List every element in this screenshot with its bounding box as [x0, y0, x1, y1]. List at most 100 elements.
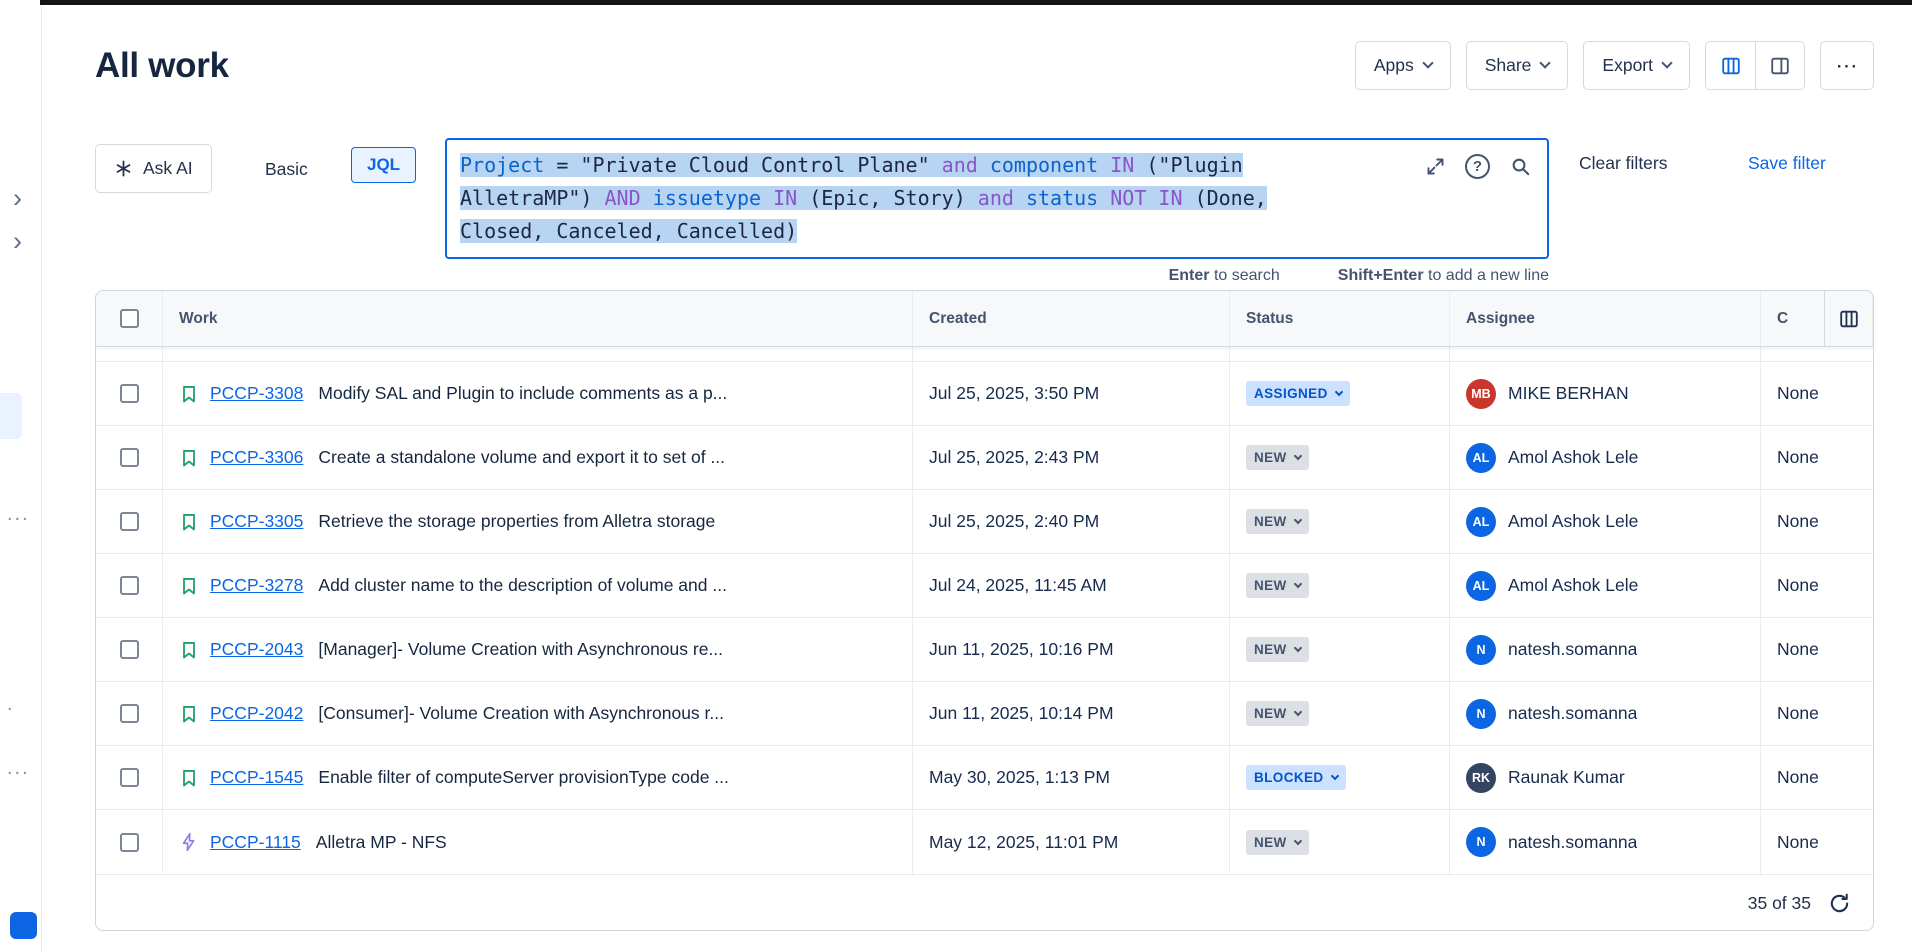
refresh-icon[interactable]: [1828, 892, 1851, 915]
chevron-right-icon[interactable]: ›: [13, 185, 22, 212]
avatar: MB: [1466, 379, 1496, 409]
more-actions-button[interactable]: ⋯: [1820, 41, 1874, 90]
column-header-work[interactable]: Work: [179, 310, 217, 328]
status-badge[interactable]: ASSIGNED: [1246, 381, 1350, 406]
column-header-status[interactable]: Status: [1246, 310, 1293, 328]
epic-icon: [179, 832, 199, 852]
issue-summary[interactable]: Enable filter of computeServer provision…: [318, 767, 729, 788]
table-view-button[interactable]: [1706, 42, 1755, 89]
row-checkbox[interactable]: [120, 384, 139, 403]
issue-key-link[interactable]: PCCP-1115: [210, 832, 301, 853]
columns-config-button[interactable]: [1824, 291, 1873, 346]
issue-summary[interactable]: Create a standalone volume and export it…: [318, 447, 725, 468]
table-row[interactable]: PCCP-3306 Create a standalone volume and…: [96, 426, 1873, 490]
avatar: AL: [1466, 443, 1496, 473]
sidebar-overflow-dots: ...: [7, 757, 30, 780]
issue-summary[interactable]: Modify SAL and Plugin to include comment…: [318, 383, 727, 404]
page-title: All work: [95, 46, 229, 86]
assignee-name: Amol Ashok Lele: [1508, 511, 1638, 532]
column-header-assignee[interactable]: Assignee: [1466, 310, 1535, 328]
table-row[interactable]: PCCP-2043 [Manager]- Volume Creation wit…: [96, 618, 1873, 682]
chevron-down-icon: [1334, 388, 1342, 396]
share-button[interactable]: Share: [1466, 41, 1569, 90]
status-label: NEW: [1254, 642, 1287, 657]
chevron-right-icon[interactable]: ›: [13, 228, 22, 255]
status-badge[interactable]: NEW: [1246, 637, 1309, 662]
table-row[interactable]: PCCP-2042 [Consumer]- Volume Creation wi…: [96, 682, 1873, 746]
status-label: ASSIGNED: [1254, 386, 1328, 401]
issue-key-link[interactable]: PCCP-2043: [210, 639, 303, 660]
issue-summary[interactable]: Add cluster name to the description of v…: [318, 575, 727, 596]
issue-summary[interactable]: [Consumer]- Volume Creation with Asynchr…: [318, 703, 724, 724]
expand-icon[interactable]: [1425, 156, 1446, 177]
avatar: N: [1466, 635, 1496, 665]
status-label: NEW: [1254, 578, 1287, 593]
row-checkbox[interactable]: [120, 640, 139, 659]
issue-key-link[interactable]: PCCP-1545: [210, 767, 303, 788]
table-row[interactable]: PCCP-3305 Retrieve the storage propertie…: [96, 490, 1873, 554]
help-icon[interactable]: ?: [1465, 154, 1490, 179]
issue-summary[interactable]: Retrieve the storage properties from All…: [318, 511, 715, 532]
status-badge[interactable]: BLOCKED: [1246, 765, 1346, 790]
issue-key-link[interactable]: PCCP-3308: [210, 383, 303, 404]
row-checkbox[interactable]: [120, 833, 139, 852]
shift-enter-hint: Shift+Enter to add a new line: [1338, 267, 1549, 285]
sidebar-active-item[interactable]: [0, 393, 22, 439]
save-filter-button[interactable]: Save filter: [1748, 153, 1826, 174]
table-header-row: Work Created Status Assignee C: [96, 291, 1873, 347]
basic-mode-button[interactable]: Basic: [253, 151, 320, 188]
sidebar-bottom-button[interactable]: [10, 912, 37, 939]
detail-view-button[interactable]: [1755, 42, 1804, 89]
column-header-created[interactable]: Created: [929, 310, 987, 328]
issue-key-link[interactable]: PCCP-2042: [210, 703, 303, 724]
assignee-name: MIKE BERHAN: [1508, 383, 1629, 404]
status-badge[interactable]: NEW: [1246, 701, 1309, 726]
issue-key-link[interactable]: PCCP-3305: [210, 511, 303, 532]
status-badge[interactable]: NEW: [1246, 573, 1309, 598]
table-row[interactable]: PCCP-1115 Alletra MP - NFS May 12, 2025,…: [96, 810, 1873, 874]
assignee-name: Raunak Kumar: [1508, 767, 1625, 788]
created-date: Jul 24, 2025, 11:45 AM: [929, 575, 1107, 596]
jql-mode-button[interactable]: JQL: [351, 147, 416, 183]
assignee-name: natesh.somanna: [1508, 639, 1637, 660]
clear-filters-button[interactable]: Clear filters: [1579, 153, 1668, 174]
row-checkbox[interactable]: [120, 768, 139, 787]
comments-value: None: [1777, 703, 1819, 724]
status-badge[interactable]: NEW: [1246, 445, 1309, 470]
assignee-name: natesh.somanna: [1508, 832, 1637, 853]
story-icon: [179, 640, 199, 660]
sparkle-icon: [114, 159, 133, 178]
row-checkbox[interactable]: [120, 576, 139, 595]
issue-key-link[interactable]: PCCP-3306: [210, 447, 303, 468]
table-row[interactable]: PCCP-1545 Enable filter of computeServer…: [96, 746, 1873, 810]
column-header-comments[interactable]: C: [1777, 310, 1788, 328]
select-all-checkbox[interactable]: [120, 309, 139, 328]
comments-value: None: [1777, 639, 1819, 660]
status-label: NEW: [1254, 450, 1287, 465]
issue-summary[interactable]: [Manager]- Volume Creation with Asynchro…: [318, 639, 723, 660]
row-checkbox[interactable]: [120, 512, 139, 531]
comments-value: None: [1777, 832, 1819, 853]
status-badge[interactable]: NEW: [1246, 830, 1309, 855]
table-row[interactable]: PCCP-3278 Add cluster name to the descri…: [96, 554, 1873, 618]
jql-editor[interactable]: Project = "Private Cloud Control Plane" …: [445, 138, 1549, 259]
apps-button[interactable]: Apps: [1355, 41, 1451, 90]
created-date: May 30, 2025, 1:13 PM: [929, 767, 1110, 788]
created-date: May 12, 2025, 11:01 PM: [929, 832, 1118, 853]
chevron-down-icon: [1293, 708, 1301, 716]
issue-summary[interactable]: Alletra MP - NFS: [316, 832, 447, 853]
row-checkbox[interactable]: [120, 704, 139, 723]
jql-editor-icons: ?: [1425, 154, 1532, 179]
created-date: Jul 25, 2025, 3:50 PM: [929, 383, 1099, 404]
table-row[interactable]: PCCP-3308 Modify SAL and Plugin to inclu…: [96, 362, 1873, 426]
search-icon[interactable]: [1509, 155, 1532, 178]
avatar: AL: [1466, 507, 1496, 537]
row-checkbox[interactable]: [120, 448, 139, 467]
issue-key-link[interactable]: PCCP-3278: [210, 575, 303, 596]
work-table: Work Created Status Assignee C PCCP-3308…: [95, 290, 1874, 931]
status-badge[interactable]: NEW: [1246, 509, 1309, 534]
export-button[interactable]: Export: [1583, 41, 1690, 90]
created-date: Jul 25, 2025, 2:40 PM: [929, 511, 1099, 532]
chevron-down-icon: [1293, 516, 1301, 524]
ask-ai-button[interactable]: Ask AI: [95, 144, 212, 193]
